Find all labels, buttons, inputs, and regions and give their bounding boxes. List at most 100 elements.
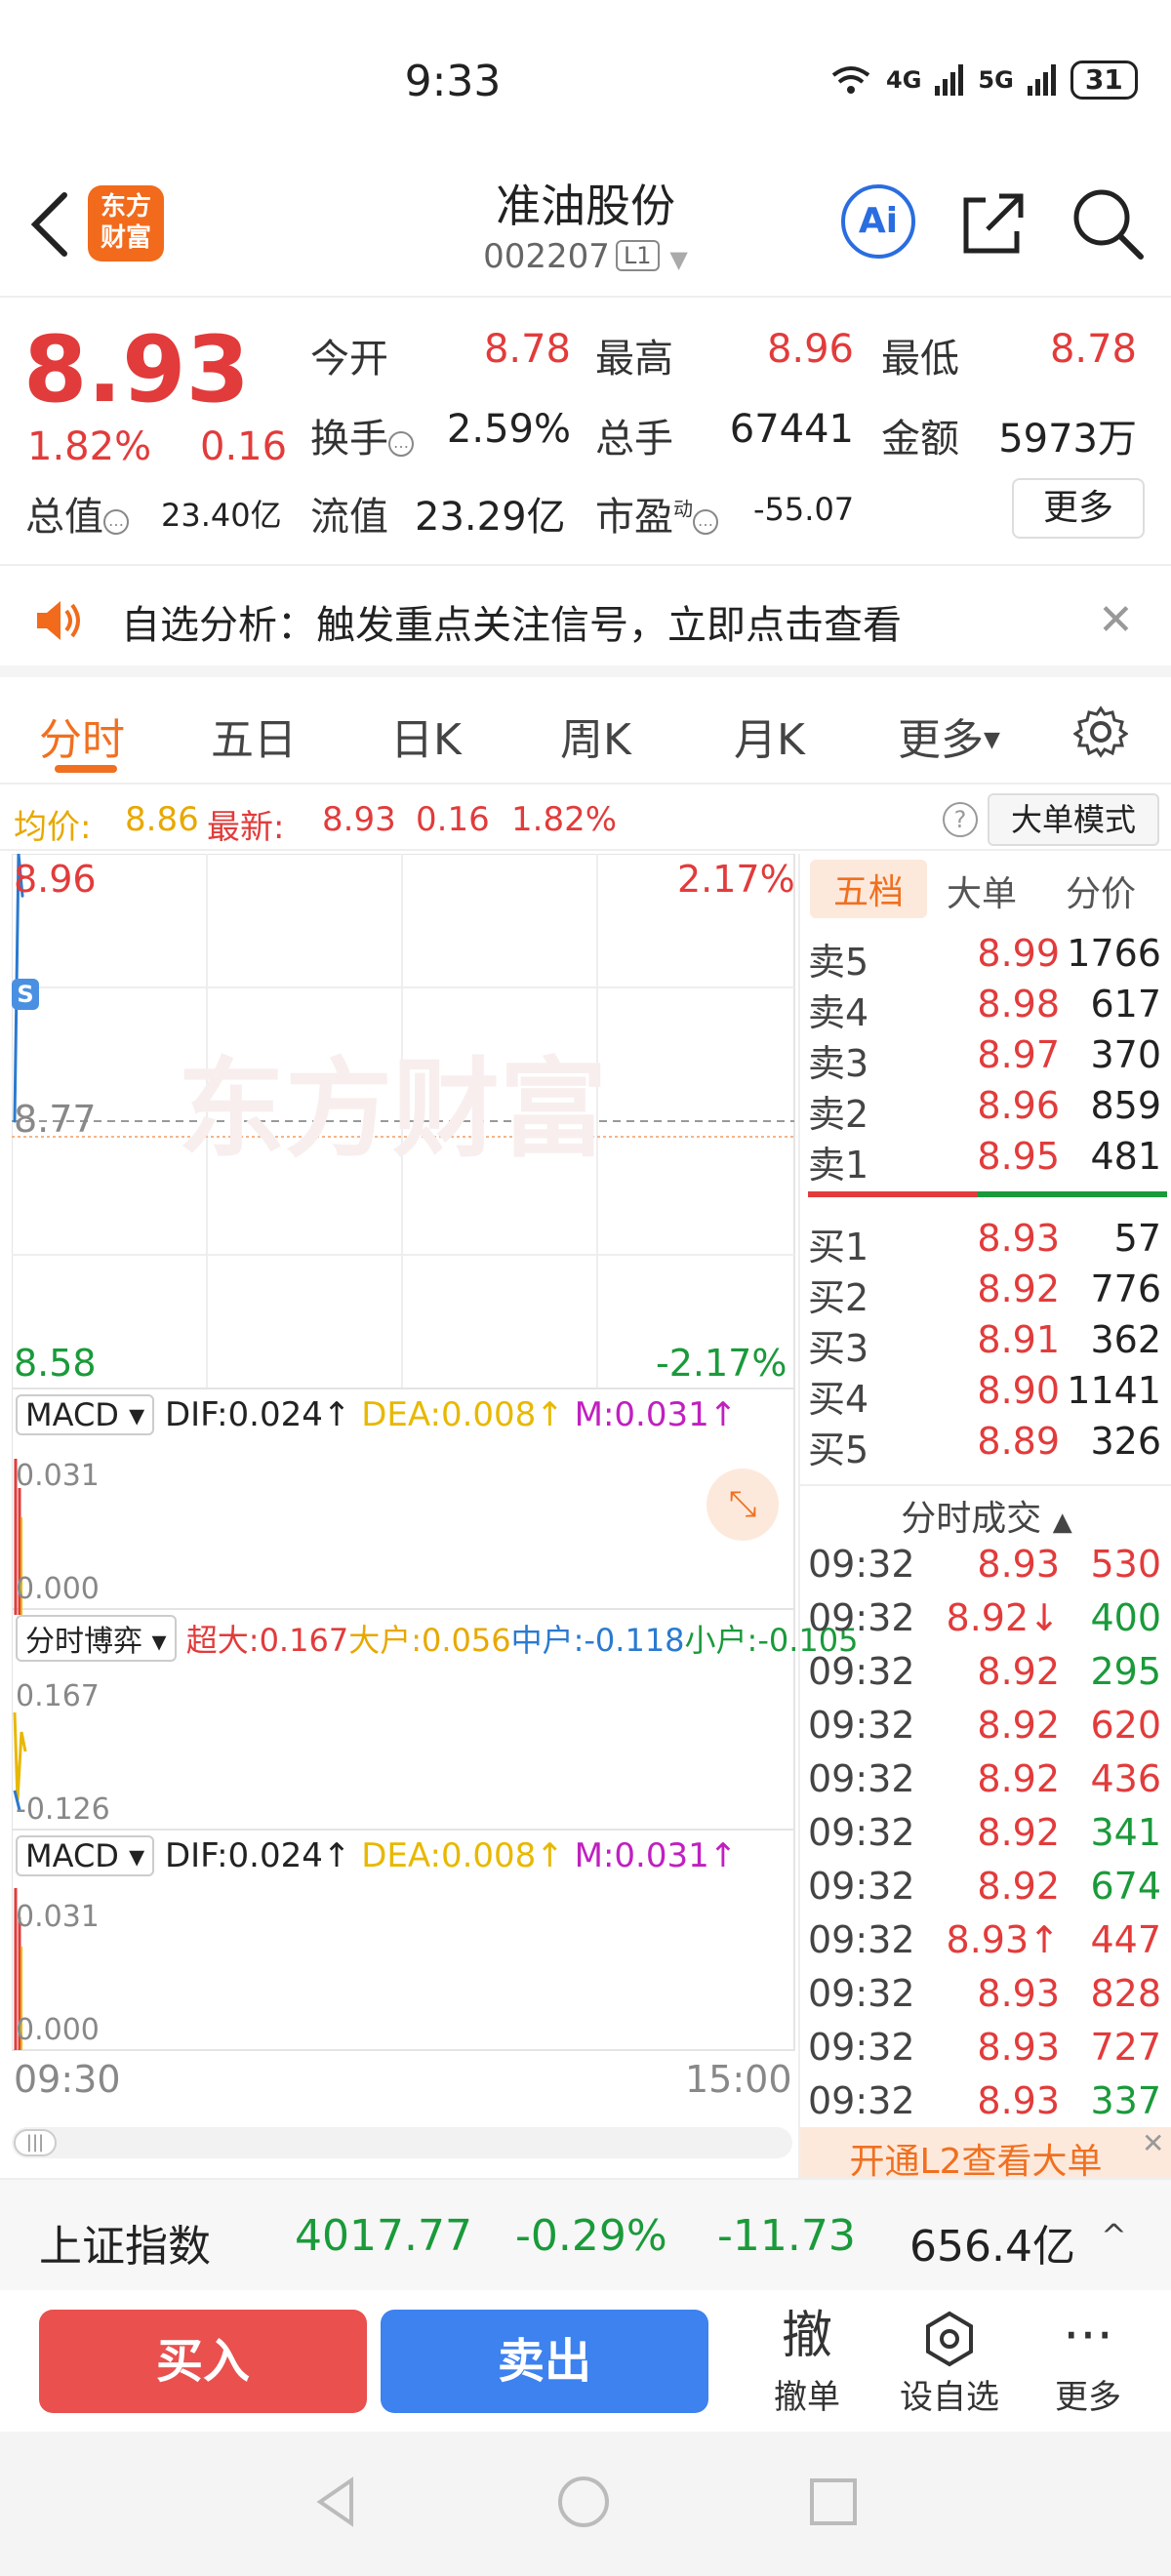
tab-five-day[interactable]: 五日	[211, 704, 297, 767]
buy-button[interactable]: 买入	[39, 2310, 367, 2413]
amount-label: 金额	[881, 417, 959, 462]
bid-ask-ratio-green	[978, 1191, 1167, 1197]
indicator-selector[interactable]: MACD ▾	[16, 1835, 155, 1876]
nav-home-icon[interactable]	[554, 2473, 613, 2531]
search-icon[interactable]	[1069, 184, 1147, 262]
ask-volume: 859	[1090, 1084, 1161, 1127]
info-icon[interactable]: …	[388, 431, 414, 457]
latest-label: 最新:	[207, 808, 285, 847]
bid-level-label: 买2	[808, 1276, 869, 1319]
expand-icon[interactable]: ⤡	[707, 1469, 779, 1541]
ask-price: 8.97	[977, 1033, 1060, 1076]
help-icon[interactable]: ?	[943, 802, 978, 837]
info-icon[interactable]: …	[103, 509, 129, 535]
sell-button[interactable]: 卖出	[381, 2310, 708, 2413]
tab-daily-k[interactable]: 日K	[390, 704, 462, 767]
network-5g-label: 5G	[978, 66, 1014, 94]
signal-icon	[935, 64, 964, 96]
pct-low-label: -2.17%	[656, 1342, 787, 1385]
more-info-button[interactable]: 更多	[1012, 478, 1145, 539]
nav-back-icon[interactable]	[308, 2473, 367, 2531]
ai-assistant-button[interactable]: Ai	[841, 184, 915, 259]
l2-banner[interactable]: 开通L2查看大单 ✕	[800, 2127, 1171, 2182]
time-end-label: 15:00	[685, 2058, 792, 2101]
tab-underline	[55, 765, 117, 773]
index-amount: 656.4亿	[909, 2222, 1075, 2272]
pct-high-label: 2.17%	[677, 858, 795, 901]
tab-price-distribution[interactable]: 分价	[1066, 865, 1136, 916]
alert-text: 自选分析：触发重点关注信号，立即点击查看	[121, 603, 902, 648]
average-row: 均价: 8.86 最新: 8.93 0.16 1.82% ? 大单模式	[0, 788, 1171, 851]
status-bar: 9:33 4G 5G 31	[0, 0, 1171, 166]
chevron-up-icon: ▲	[1052, 1508, 1072, 1537]
info-icon[interactable]: …	[693, 509, 718, 535]
trade-price: 8.93	[977, 1972, 1060, 2015]
add-watchlist-button[interactable]: 设自选	[896, 2302, 1003, 2418]
battery-icon: 31	[1070, 60, 1138, 100]
nav-recents-icon[interactable]	[804, 2473, 863, 2531]
trade-time: 09:32	[808, 1704, 915, 1747]
trade-row: 09:32 8.92↓ 400	[808, 1596, 1167, 1650]
float-label: 流值	[310, 495, 388, 540]
float-value: 23.29亿	[415, 495, 566, 540]
alert-banner[interactable]: 自选分析：触发重点关注信号，立即点击查看 ✕	[0, 564, 1171, 677]
indicator-selector[interactable]: MACD ▾	[16, 1394, 155, 1435]
change-percent: 1.82%	[27, 424, 152, 469]
gear-icon[interactable]	[1073, 704, 1128, 759]
trade-time: 09:32	[808, 1650, 915, 1693]
system-nav-bar	[0, 2432, 1171, 2576]
trade-volume: 674	[1090, 1865, 1161, 1908]
ask-level-label: 卖1	[808, 1144, 869, 1187]
stock-header: 东方 财富 准油股份 002207 L1 ▼ Ai	[0, 161, 1171, 298]
trade-volume: 295	[1090, 1650, 1161, 1693]
tab-intraday[interactable]: 分时	[39, 704, 125, 767]
tab-big-orders[interactable]: 大单	[947, 865, 1017, 916]
intraday-chart[interactable]: 东方财富 8.96 2.17% 8.77 8.58 -2.17% S MACD …	[12, 854, 859, 2132]
ask-volume: 617	[1090, 983, 1161, 1026]
watermark: 东方财富	[178, 1047, 607, 1172]
chart-scrollbar[interactable]: |||	[12, 2127, 792, 2158]
quote-panel: 8.93 1.82% 0.16 今开 8.78 最高 8.96 最低 8.78 …	[0, 298, 1171, 561]
trade-price: 8.92	[977, 1704, 1060, 1747]
ask-row: 卖2 8.96 859	[808, 1084, 1167, 1136]
more-dots-icon: ···	[1063, 2305, 1113, 2366]
bid-row: 买2 8.92 776	[808, 1268, 1167, 1319]
big-order-mode-button[interactable]: 大单模式	[988, 793, 1159, 846]
low-value: 8.78	[1049, 327, 1137, 372]
price-mid-label: 8.77	[14, 1098, 97, 1141]
trade-volume: 828	[1090, 1972, 1161, 2015]
share-icon[interactable]	[956, 186, 1030, 261]
close-icon[interactable]: ✕	[1142, 2127, 1164, 2159]
trade-time: 09:32	[808, 2026, 915, 2069]
ask-row: 卖4 8.98 617	[808, 983, 1167, 1034]
scroll-handle[interactable]: |||	[14, 2129, 57, 2156]
trade-volume: 620	[1090, 1704, 1161, 1747]
indicator-selector[interactable]: 分时博弈 ▾	[16, 1615, 177, 1662]
ask-volume: 1766	[1067, 932, 1161, 975]
trades-title[interactable]: 分时成交 ▲	[800, 1490, 1171, 1541]
bid-price: 8.90	[977, 1369, 1060, 1412]
more-actions-button[interactable]: ··· 更多	[1034, 2302, 1142, 2418]
tab-weekly-k[interactable]: 周K	[560, 704, 631, 767]
bid-volume: 362	[1090, 1318, 1161, 1361]
tab-monthly-k[interactable]: 月K	[734, 704, 805, 767]
trade-row: 09:32 8.93 530	[808, 1543, 1167, 1596]
close-icon[interactable]: ✕	[1098, 595, 1134, 645]
index-change: -11.73	[717, 2211, 856, 2261]
index-ticker[interactable]: 上证指数 4017.77 -0.29% -11.73 656.4亿 ^	[0, 2178, 1171, 2290]
signal-icon-2	[1027, 64, 1056, 96]
chevron-up-icon[interactable]: ^	[1101, 2217, 1127, 2254]
bid-row: 买3 8.91 362	[808, 1318, 1167, 1370]
signal-marker[interactable]: S	[12, 979, 39, 1010]
trade-time: 09:32	[808, 1811, 915, 1854]
tab-more[interactable]: 更多▼	[898, 704, 1000, 767]
bid-level-label: 买3	[808, 1327, 869, 1370]
bid-price: 8.92	[977, 1268, 1060, 1310]
chart-canvas: 东方财富	[12, 854, 795, 2051]
trade-price: 8.92	[977, 1811, 1060, 1854]
cancel-order-button[interactable]: 撤 撤单	[753, 2302, 861, 2418]
avg-label: 均价:	[14, 808, 92, 847]
high-value: 8.96	[766, 327, 854, 372]
tab-five-levels[interactable]: 五档	[810, 860, 928, 918]
trade-volume: 400	[1090, 1596, 1161, 1639]
